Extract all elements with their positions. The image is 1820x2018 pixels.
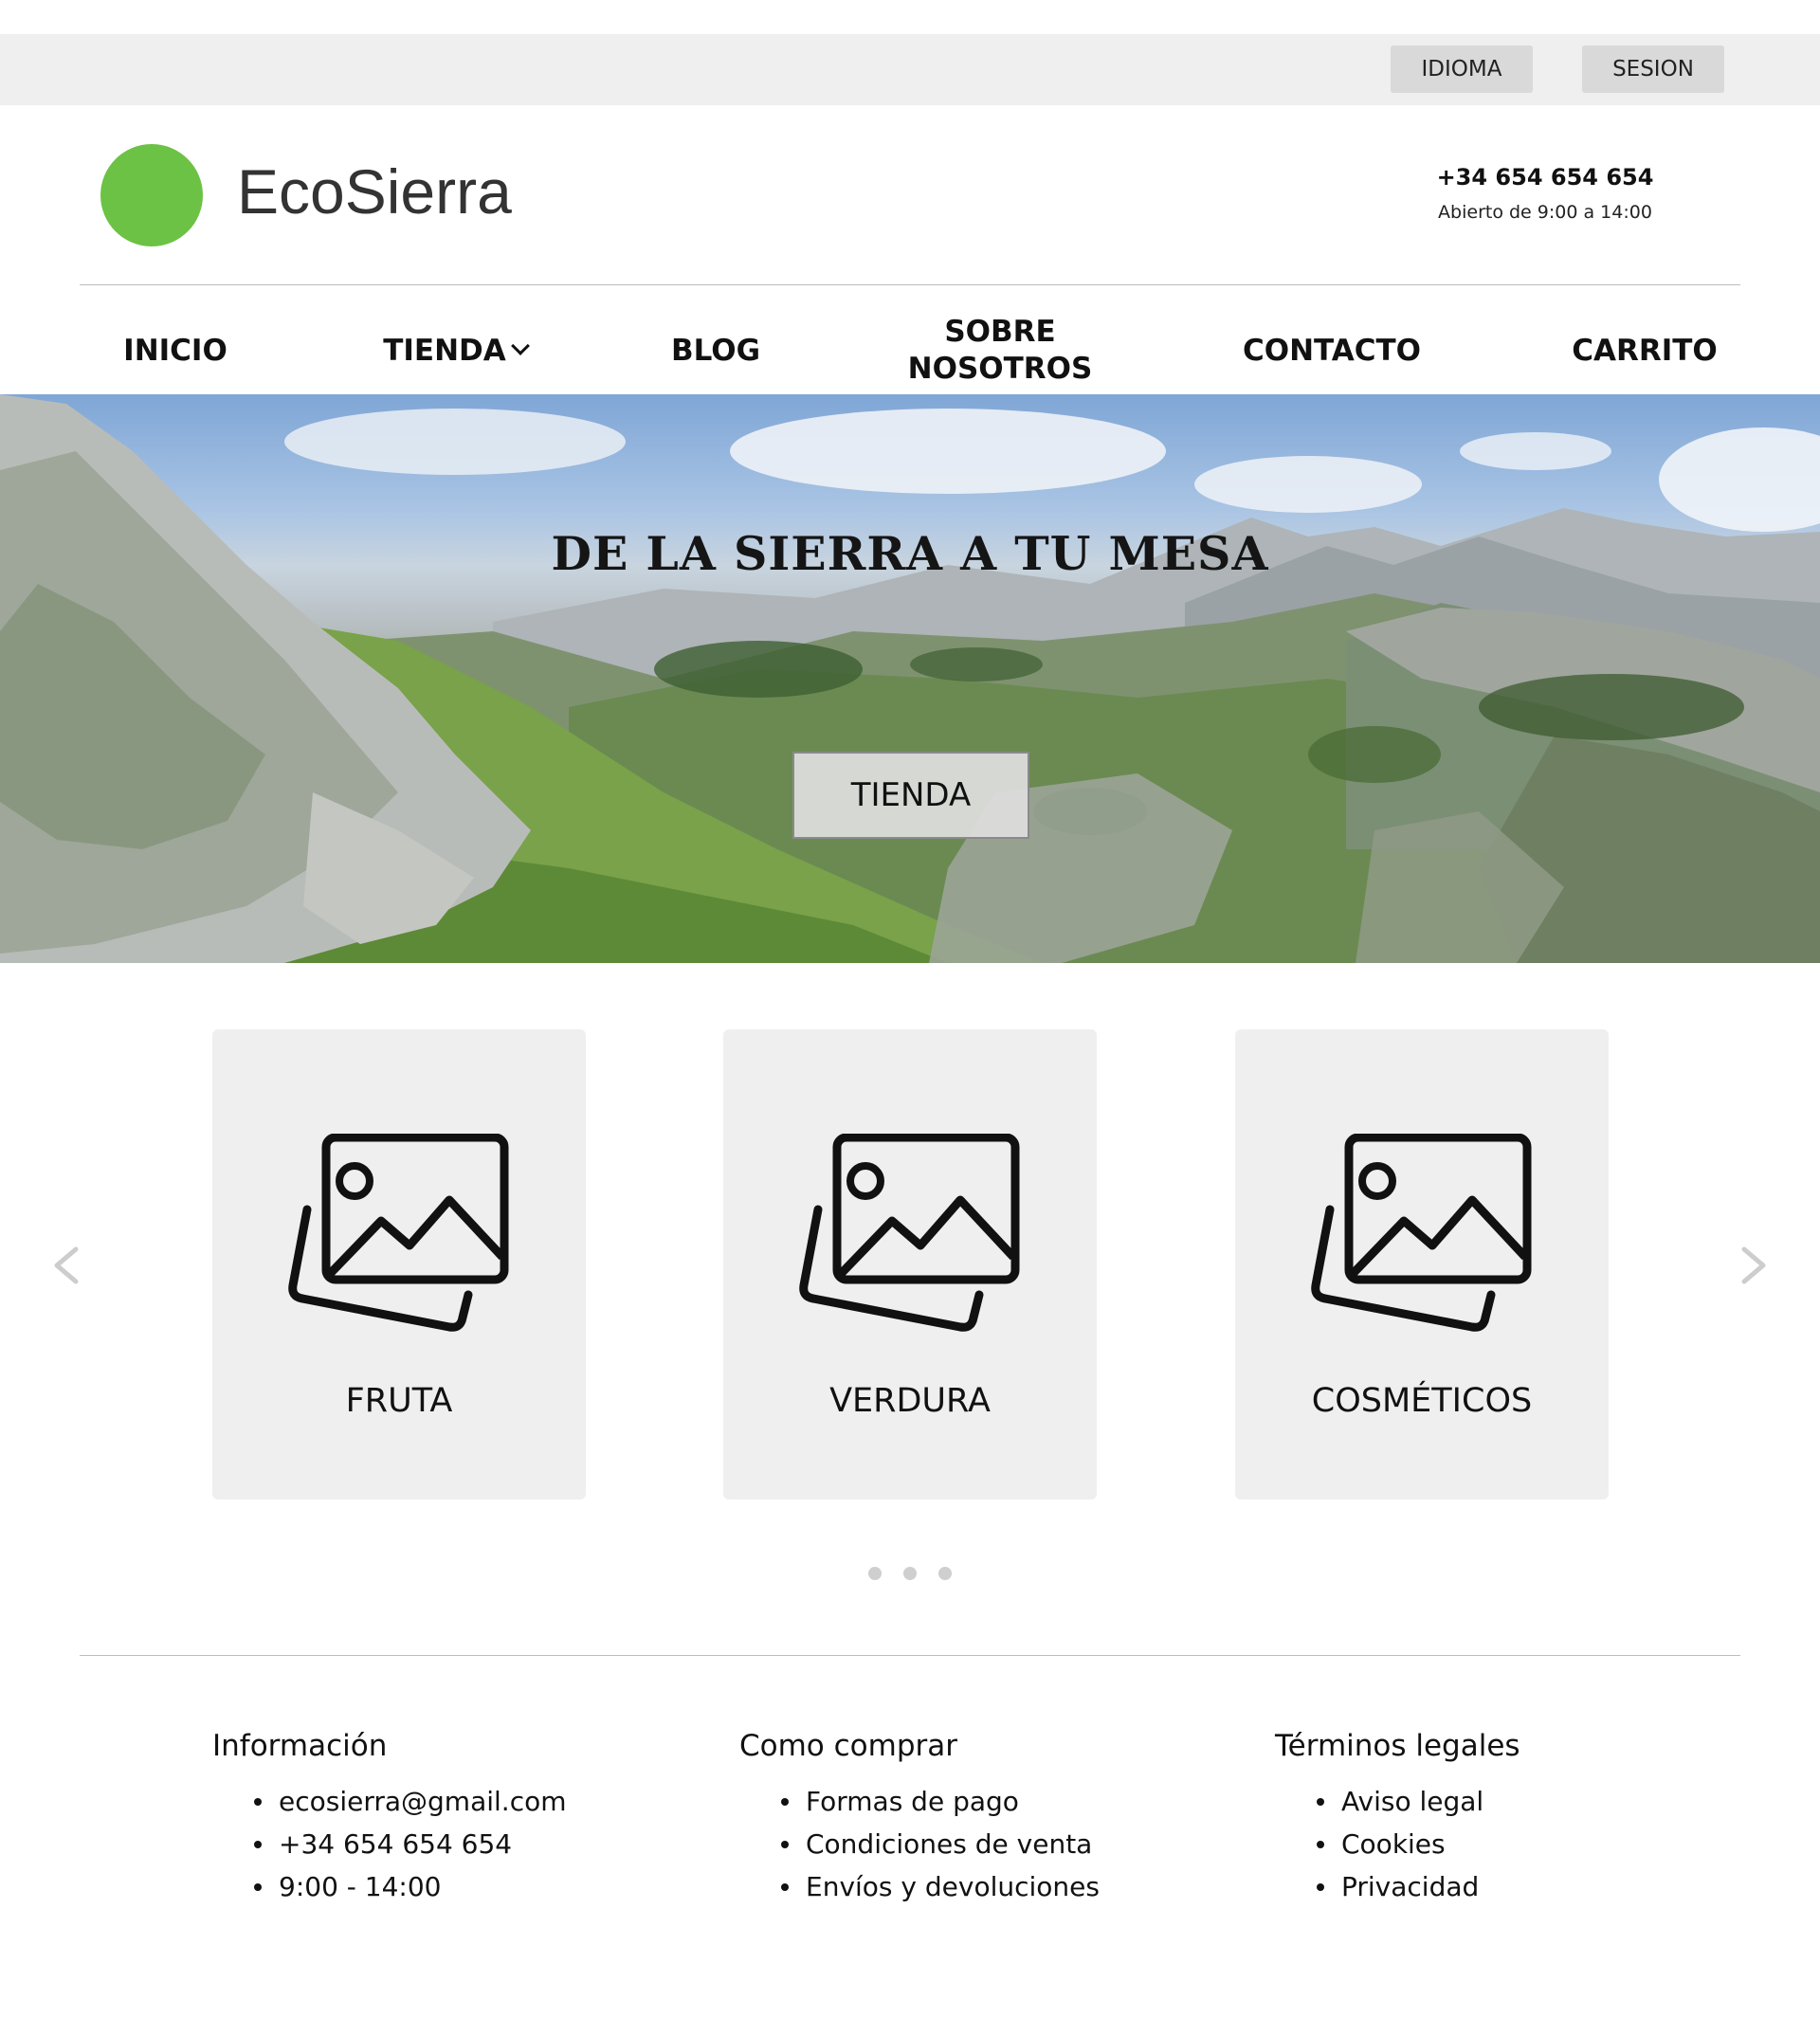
carousel-dot[interactable]: [938, 1567, 952, 1580]
category-card-fruta[interactable]: FRUTA: [212, 1029, 586, 1500]
header-phone: +34 654 654 654: [1436, 164, 1654, 191]
hero-title: DE LA SIERRA A TU MESA: [551, 526, 1269, 581]
footer-link-privacy[interactable]: Privacidad: [1317, 1865, 1520, 1908]
session-button[interactable]: SESION: [1582, 45, 1724, 93]
footer-buy-column: Como comprar Formas de pago Condiciones …: [739, 1729, 1100, 1908]
footer-email-link[interactable]: ecosierra@gmail.com: [254, 1780, 567, 1823]
footer-link-payment[interactable]: Formas de pago: [781, 1780, 1100, 1823]
nav-sobre-line2: NOSOTROS: [907, 352, 1093, 386]
footer-link-legal-notice[interactable]: Aviso legal: [1317, 1780, 1520, 1823]
category-label: VERDURA: [829, 1382, 991, 1420]
carousel-prev-arrow-icon[interactable]: [47, 1242, 85, 1289]
carousel-next-arrow-icon[interactable]: [1735, 1242, 1773, 1289]
language-button[interactable]: IDIOMA: [1391, 45, 1533, 93]
nav-item-contacto-label: CONTACTO: [1242, 333, 1422, 368]
nav-item-blog-label: BLOG: [670, 333, 761, 368]
hero-mountain-image: [0, 394, 1820, 963]
image-placeholder-icon: [1311, 1134, 1532, 1332]
nav-item-tienda[interactable]: TIENDA: [370, 308, 540, 393]
nav-item-carrito[interactable]: CARRITO: [1555, 308, 1735, 393]
hero-banner: [0, 394, 1820, 963]
nav-item-tienda-label: TIENDA: [383, 333, 506, 368]
nav-sobre-line1: SOBRE: [944, 315, 1056, 349]
nav-item-contacto[interactable]: CONTACTO: [1223, 308, 1441, 393]
chevron-down-icon: [510, 336, 530, 355]
header-divider: [80, 284, 1740, 285]
category-card-cosmeticos[interactable]: COSMÉTICOS: [1235, 1029, 1609, 1500]
footer-link-cookies[interactable]: Cookies: [1317, 1823, 1520, 1865]
carousel-dot[interactable]: [868, 1567, 882, 1580]
top-utility-bar: IDIOMA SESION: [0, 34, 1820, 105]
footer-hours: 9:00 - 14:00: [254, 1865, 567, 1908]
image-placeholder-icon: [799, 1134, 1020, 1332]
image-placeholder-icon: [288, 1134, 509, 1332]
logo-icon[interactable]: [100, 144, 203, 246]
nav-item-sobre-label: SOBRE NOSOTROS: [908, 314, 1093, 388]
brand-name[interactable]: EcoSierra: [237, 154, 512, 229]
footer-divider: [80, 1655, 1740, 1656]
footer-info-title: Información: [212, 1729, 388, 1763]
category-card-verdura[interactable]: VERDURA: [723, 1029, 1097, 1500]
footer-legal-title: Términos legales: [1275, 1729, 1520, 1763]
nav-item-inicio-label: INICIO: [123, 333, 228, 368]
nav-item-carrito-label: CARRITO: [1572, 333, 1718, 368]
hero-shop-button[interactable]: TIENDA: [792, 752, 1029, 839]
footer-info-column: Información ecosierra@gmail.com +34 654 …: [212, 1729, 567, 1908]
nav-item-inicio[interactable]: INICIO: [95, 308, 256, 393]
footer-legal-column: Términos legales Aviso legal Cookies Pri…: [1275, 1729, 1520, 1908]
footer-link-sale-conditions[interactable]: Condiciones de venta: [781, 1823, 1100, 1865]
nav-item-sobre-nosotros[interactable]: SOBRE NOSOTROS: [891, 308, 1109, 393]
footer-link-shipping[interactable]: Envíos y devoluciones: [781, 1865, 1100, 1908]
category-label: FRUTA: [345, 1382, 453, 1420]
category-label: COSMÉTICOS: [1311, 1382, 1533, 1420]
footer-phone[interactable]: +34 654 654 654: [254, 1823, 567, 1865]
footer-buy-title: Como comprar: [739, 1729, 958, 1763]
header-hours: Abierto de 9:00 a 14:00: [1438, 202, 1652, 223]
nav-item-blog[interactable]: BLOG: [654, 308, 777, 393]
carousel-dot[interactable]: [903, 1567, 917, 1580]
